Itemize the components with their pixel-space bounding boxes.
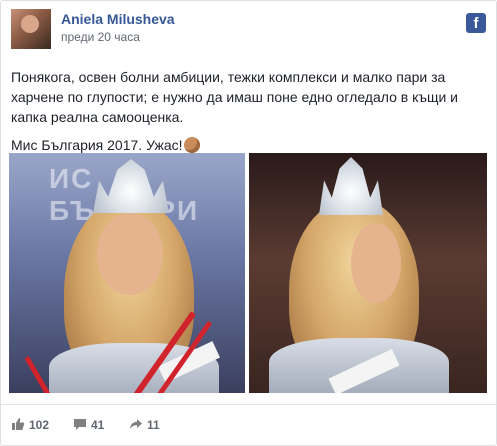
crown-icon [319,157,383,215]
post-photo-left[interactable]: ИС БЪЛГАРИ [9,153,245,393]
comment-count[interactable]: 41 [73,417,104,432]
post-photo-right[interactable] [249,153,487,393]
comment-icon [74,419,86,430]
comment-count-value: 41 [91,418,105,432]
post-paragraph: Понякога, освен болни амбиции, тежки ком… [11,69,459,125]
monkey-face-emoji-icon [183,137,200,153]
post-header: Aniela Milusheva преди 20 часа f [11,9,486,53]
post-card: Aniela Milusheva преди 20 часа f Поняког… [0,0,497,446]
facebook-icon[interactable]: f [466,13,486,33]
face-shape [97,213,163,295]
post-timestamp[interactable]: преди 20 часа [61,30,140,44]
post-paragraph-caption: Мис България 2017. Ужас! [11,135,481,155]
avatar[interactable] [11,9,51,49]
like-count-value: 102 [29,418,50,432]
photo-grid: ИС БЪЛГАРИ [9,153,487,393]
post-text: Понякога, освен болни амбиции, тежки ком… [11,67,481,163]
thumbs-up-icon [12,418,25,430]
share-count[interactable]: 11 [129,417,160,432]
caption-text: Мис България 2017. Ужас! [11,137,183,153]
share-count-value: 11 [147,418,160,432]
author-name[interactable]: Aniela Milusheva [61,11,175,27]
post-footer: 102 41 11 [1,404,496,445]
face-shape [351,223,401,303]
share-arrow-icon [130,419,142,429]
like-count[interactable]: 102 [11,417,49,432]
